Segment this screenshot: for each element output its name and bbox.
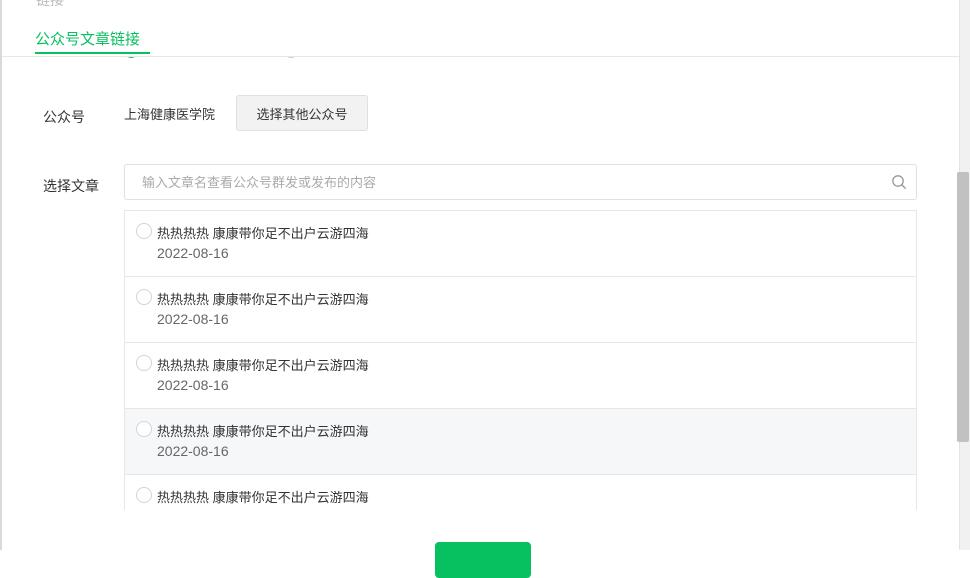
article-title: 热热热热 康康带你足不出户云游四海 bbox=[157, 490, 369, 505]
clipped-header-text: 链接 bbox=[36, 0, 64, 8]
article-list: 热热热热 康康带你足不出户云游四海 2022-08-16 热热热热 康康带你足不… bbox=[124, 210, 917, 510]
article-radio-icon[interactable] bbox=[136, 355, 152, 371]
article-title: 热热热热 康康带你足不出户云游四海 bbox=[157, 358, 369, 373]
article-list-item[interactable]: 热热热热 康康带你足不出户云游四海 2022-08-16 bbox=[125, 277, 916, 343]
dialog-left-edge bbox=[0, 0, 2, 550]
choose-other-account-button[interactable]: 选择其他公众号 bbox=[236, 95, 368, 131]
article-list-item[interactable]: 热热热热 康康带你足不出户云游四海 2022-08-16 bbox=[125, 409, 916, 475]
confirm-button[interactable] bbox=[435, 542, 531, 578]
article-date: 2022-08-16 bbox=[157, 311, 229, 327]
article-search-input[interactable] bbox=[126, 166, 898, 198]
dialog-header: 链接 公众号文章链接 bbox=[2, 0, 959, 57]
account-name: 上海健康医学院 bbox=[124, 107, 216, 122]
article-date: 2022-08-16 bbox=[157, 443, 229, 459]
article-search bbox=[124, 164, 917, 200]
article-list-item[interactable]: 热热热热 康康带你足不出户云游四海 2022-08-16 bbox=[125, 211, 916, 277]
article-list-item[interactable]: 热热热热 康康带你足不出户云游四海 2022-08-16 bbox=[125, 343, 916, 409]
search-icon[interactable] bbox=[891, 174, 907, 190]
account-label: 公众号 bbox=[43, 109, 85, 125]
tab-active-indicator bbox=[35, 52, 150, 54]
tab-article-link[interactable]: 公众号文章链接 bbox=[35, 28, 140, 49]
article-radio-icon[interactable] bbox=[136, 223, 152, 239]
article-date: 2022-08-16 bbox=[157, 245, 229, 261]
article-date: 2022-08-16 bbox=[157, 377, 229, 393]
article-label: 选择文章 bbox=[43, 178, 99, 194]
article-list-item[interactable]: 热热热热 康康带你足不出户云游四海 bbox=[125, 475, 916, 510]
article-title: 热热热热 康康带你足不出户云游四海 bbox=[157, 292, 369, 307]
article-radio-icon[interactable] bbox=[136, 421, 152, 437]
article-radio-icon[interactable] bbox=[136, 289, 152, 305]
article-title: 热热热热 康康带你足不出户云游四海 bbox=[157, 424, 369, 439]
article-radio-icon[interactable] bbox=[136, 487, 152, 503]
scrollbar-thumb[interactable] bbox=[957, 172, 969, 442]
article-title: 热热热热 康康带你足不出户云游四海 bbox=[157, 226, 369, 241]
